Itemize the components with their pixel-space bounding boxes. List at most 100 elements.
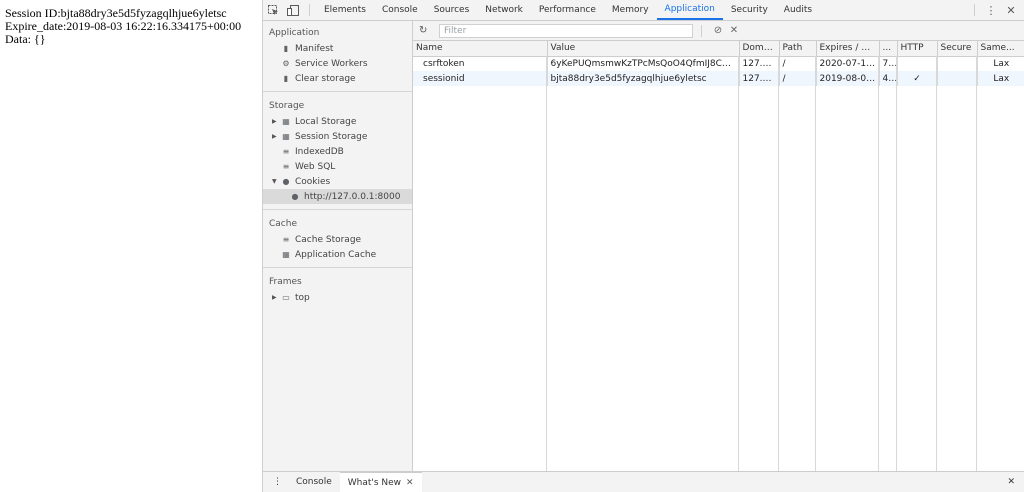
- devtools-tab-bar: Elements Console Sources Network Perform…: [263, 0, 1024, 21]
- column-header-domain[interactable]: Domain: [739, 41, 780, 57]
- cell-http: ✓: [897, 71, 938, 86]
- drawer-tab-whats-new[interactable]: What's New ✕: [339, 472, 422, 492]
- sidebar-item-session-storage[interactable]: ▶ ▦ Session Storage: [263, 129, 412, 144]
- filter-input[interactable]: [439, 23, 693, 38]
- table-header-row: Name Value Domain Path Expires / M... ..…: [413, 41, 1024, 57]
- sidebar-header-frames: Frames: [269, 277, 302, 287]
- clear-all-icon[interactable]: ⊘: [710, 25, 726, 36]
- sidebar-header-storage: Storage: [269, 101, 305, 111]
- column-header-name[interactable]: Name: [413, 41, 548, 57]
- refresh-icon[interactable]: ↻: [419, 25, 433, 36]
- cell-expires: 2020-07-18...: [816, 56, 880, 71]
- sidebar-item-label: Local Storage: [295, 116, 357, 127]
- sidebar-item-frame-top[interactable]: ▶ ▭ top: [263, 290, 412, 305]
- tab-security[interactable]: Security: [723, 0, 776, 20]
- sidebar-header-cache: Cache: [269, 219, 297, 229]
- sidebar-item-clear-storage[interactable]: ▮ Clear storage: [263, 71, 412, 86]
- database-icon: ≡: [282, 235, 290, 244]
- column-gridlines: [413, 56, 1024, 471]
- sidebar-item-indexeddb[interactable]: ≡ IndexedDB: [263, 144, 412, 159]
- table-row[interactable]: sessionid bjta88dry3e5d5fyzagqlhjue6ylet…: [413, 71, 1024, 86]
- sidebar-item-cache-storage[interactable]: ≡ Cache Storage: [263, 232, 412, 247]
- column-gridline: [878, 56, 879, 471]
- sidebar-item-label: http://127.0.0.1:8000: [304, 191, 401, 202]
- inspect-element-icon[interactable]: [263, 0, 283, 20]
- database-icon: ≡: [282, 162, 290, 171]
- column-gridline: [936, 56, 937, 471]
- table-row[interactable]: csrftoken 6yKePUQmsmwKzTPcMsQoO4QfmIJ8CX…: [413, 56, 1024, 71]
- column-gridline: [778, 56, 779, 471]
- sidebar-divider: [263, 209, 412, 210]
- cell-path: /: [779, 71, 817, 86]
- cell-size: 73: [879, 56, 898, 71]
- tab-performance[interactable]: Performance: [531, 0, 604, 20]
- column-header-secure[interactable]: Secure: [937, 41, 978, 57]
- column-gridline: [738, 56, 739, 471]
- gear-icon: ⚙: [282, 59, 290, 68]
- frame-icon: ▭: [282, 293, 290, 302]
- cell-name: sessionid: [413, 71, 548, 86]
- sidebar-item-application-cache[interactable]: ▦ Application Cache: [263, 247, 412, 262]
- sidebar-item-local-storage[interactable]: ▶ ▦ Local Storage: [263, 114, 412, 129]
- sidebar-item-label: IndexedDB: [295, 146, 344, 157]
- close-drawer-icon[interactable]: ✕: [997, 472, 1024, 492]
- sidebar-item-label: Application Cache: [295, 249, 377, 260]
- sidebar-item-service-workers[interactable]: ⚙ Service Workers: [263, 56, 412, 71]
- column-header-expires[interactable]: Expires / M...: [816, 41, 880, 57]
- close-tab-icon[interactable]: ✕: [406, 478, 414, 488]
- column-header-size[interactable]: ...: [879, 41, 898, 57]
- cell-samesite: Lax: [993, 58, 1010, 69]
- toolbar-divider: [701, 24, 702, 37]
- sidebar-item-cookie-origin[interactable]: ● http://127.0.0.1:8000: [263, 189, 412, 204]
- cell-secure: [937, 56, 978, 71]
- sidebar-item-label: Session Storage: [295, 131, 368, 142]
- cell-value: 6yKePUQmsmwKzTPcMsQoO4QfmIJ8CXUbI...: [547, 56, 740, 71]
- application-sidebar: Application ▮ Manifest ⚙ Service Workers…: [263, 21, 413, 471]
- drawer-tab-bar: ⋮ Console What's New ✕ ✕: [263, 471, 1024, 492]
- cookies-view: ↻ ⊘ ✕ Name Value Domain Path Expires: [413, 21, 1024, 471]
- cookie-icon: ●: [282, 177, 290, 186]
- tab-sources[interactable]: Sources: [426, 0, 478, 20]
- kebab-menu-icon[interactable]: ⋮: [981, 0, 1001, 20]
- expand-arrow-icon[interactable]: ▶: [272, 118, 280, 125]
- document-icon: ▮: [283, 44, 289, 53]
- column-header-http[interactable]: HTTP: [897, 41, 938, 57]
- grid-icon: ▦: [282, 117, 290, 126]
- column-header-samesite[interactable]: Same...: [977, 41, 1024, 57]
- delete-selected-icon[interactable]: ✕: [726, 25, 742, 36]
- close-icon[interactable]: ✕: [1001, 0, 1021, 20]
- inspected-page: Session ID:bjta88dry3e5d5fyzagqlhjue6yle…: [0, 0, 262, 492]
- column-header-value[interactable]: Value: [547, 41, 740, 57]
- cell-http: [897, 56, 938, 71]
- expand-arrow-icon[interactable]: ▶: [272, 294, 280, 301]
- cell-samesite: Lax: [977, 71, 1024, 86]
- tab-memory[interactable]: Memory: [604, 0, 657, 20]
- cell-expires: 2019-08-03...: [816, 71, 880, 86]
- column-gridline: [815, 56, 816, 471]
- column-gridline: [896, 56, 897, 471]
- cell-size: 41: [879, 71, 898, 86]
- sidebar-divider: [263, 267, 412, 268]
- toolbar-divider: [974, 4, 975, 16]
- database-icon: ≡: [282, 147, 290, 156]
- expand-arrow-icon[interactable]: ▶: [272, 133, 280, 140]
- tab-application[interactable]: Application: [656, 0, 723, 20]
- drawer-menu-icon[interactable]: ⋮: [263, 472, 288, 492]
- cookie-table-container: Name Value Domain Path Expires / M... ..…: [413, 41, 1024, 471]
- trash-icon: ▮: [283, 74, 289, 83]
- sidebar-item-manifest[interactable]: ▮ Manifest: [263, 41, 412, 56]
- grid-icon: ▦: [282, 250, 290, 259]
- sidebar-item-label: Service Workers: [295, 58, 368, 69]
- device-toolbar-icon[interactable]: [283, 0, 303, 20]
- sidebar-item-web-sql[interactable]: ≡ Web SQL: [263, 159, 412, 174]
- tab-audits[interactable]: Audits: [776, 0, 820, 20]
- collapse-arrow-icon[interactable]: ▼: [272, 178, 280, 185]
- tab-network[interactable]: Network: [477, 0, 531, 20]
- drawer-tab-console[interactable]: Console: [288, 472, 340, 492]
- devtools-panel: Elements Console Sources Network Perform…: [262, 0, 1024, 492]
- tab-elements[interactable]: Elements: [316, 0, 374, 20]
- drawer-tab-label: What's New: [347, 477, 402, 488]
- tab-console[interactable]: Console: [374, 0, 426, 20]
- sidebar-item-cookies[interactable]: ▼ ● Cookies: [263, 174, 412, 189]
- column-header-path[interactable]: Path: [779, 41, 817, 57]
